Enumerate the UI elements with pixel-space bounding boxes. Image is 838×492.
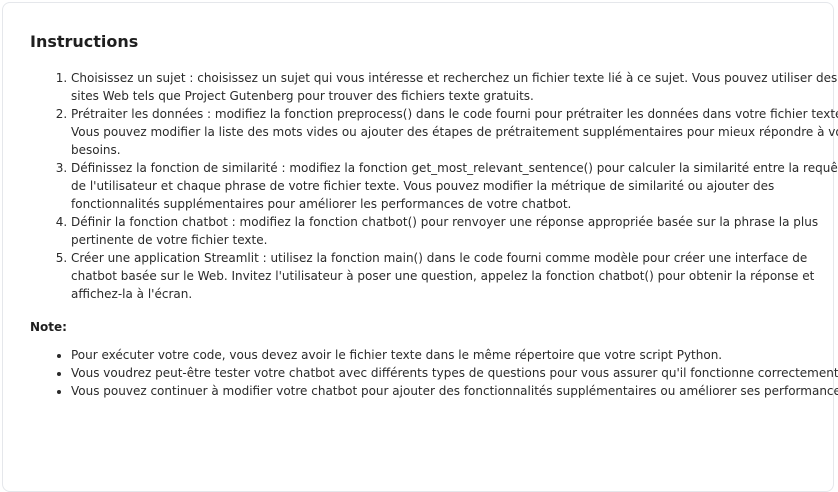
note-label: Note: bbox=[30, 320, 67, 334]
note-item-1: Pour exécuter votre code, vous devez avo… bbox=[71, 346, 838, 364]
note-item-3: Vous pouvez continuer à modifier votre c… bbox=[71, 382, 838, 400]
step-item-3: Définissez la fonction de similarité : m… bbox=[71, 159, 838, 213]
panel-title: Instructions bbox=[30, 32, 139, 51]
step-item-1: Choisissez un sujet : choisissez un suje… bbox=[71, 69, 838, 105]
steps-list: Choisissez un sujet : choisissez un suje… bbox=[30, 69, 838, 303]
step-item-2: Prétraiter les données : modifiez la fon… bbox=[71, 105, 838, 159]
notes-list: Pour exécuter votre code, vous devez avo… bbox=[30, 346, 838, 400]
instructions-panel: Instructions Choisissez un sujet : chois… bbox=[2, 2, 838, 492]
note-item-2: Vous voudrez peut-être tester votre chat… bbox=[71, 364, 838, 382]
step-item-5: Créer une application Streamlit : utilis… bbox=[71, 249, 838, 303]
step-item-4: Définir la fonction chatbot : modifiez l… bbox=[71, 213, 838, 249]
